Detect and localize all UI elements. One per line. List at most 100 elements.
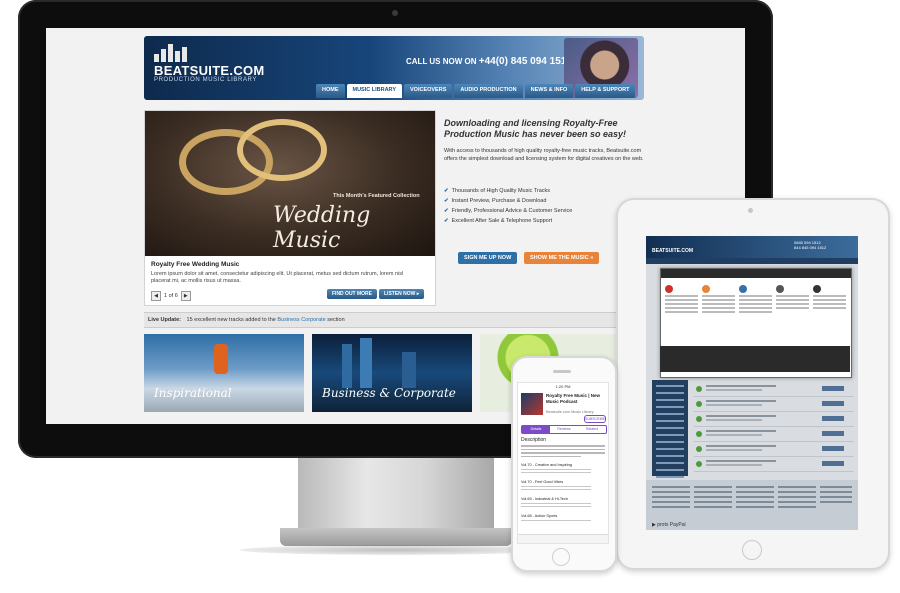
podcast-tabs: Details Reviews Related xyxy=(521,425,607,434)
tile-business-corporate[interactable]: Business & Corporate xyxy=(312,334,472,412)
intro-text: With access to thousands of high quality… xyxy=(444,148,644,162)
pager-count: 1 of 6 xyxy=(164,293,178,299)
modal-column xyxy=(813,285,846,315)
iphone-screen: 1:20 PM Royalty Free Music | New Music P… xyxy=(517,382,609,544)
iphone-speaker xyxy=(553,370,571,373)
tile-label: Business & Corporate xyxy=(322,386,456,400)
live-update-label: Live Update: xyxy=(148,317,182,323)
track-row[interactable] xyxy=(694,382,854,397)
phone-number: +44(0) 845 094 1512 xyxy=(478,56,572,67)
site-header: BEATSUITE.COM PRODUCTION MUSIC LIBRARY C… xyxy=(144,36,644,100)
play-icon xyxy=(696,461,702,467)
track-row[interactable] xyxy=(694,427,854,442)
ipad-modal-columns xyxy=(665,285,846,315)
listen-now-button[interactable]: LISTEN NOW ▸ xyxy=(379,289,425,299)
featured-pager: ◀ 1 of 6 ▶ xyxy=(151,291,191,301)
podcast-title: Royalty Free Music | New Music Podcast xyxy=(546,393,601,404)
description-label: Description xyxy=(521,437,547,443)
nav-voiceovers[interactable]: VOICEOVERS xyxy=(404,84,453,98)
imac-shadow xyxy=(240,545,550,555)
tab-reviews[interactable]: Reviews xyxy=(550,426,578,433)
live-update-suffix: section xyxy=(327,317,345,323)
tab-details[interactable]: Details xyxy=(522,426,550,433)
ipad-footer: ▶ protx PayPal xyxy=(646,480,858,530)
live-update-text: 15 excellent new tracks added to the xyxy=(186,317,276,323)
next-arrow-icon[interactable]: ▶ xyxy=(180,291,191,301)
call-us: CALL US NOW ON +44(0) 845 094 1512 xyxy=(406,56,572,67)
show-me-music-button[interactable]: SHOW ME THE MUSIC » xyxy=(524,252,600,264)
call-us-label: CALL US NOW ON xyxy=(406,57,477,66)
featured-heading: Royalty Free Wedding Music xyxy=(151,261,240,268)
live-update-bar: Live Update: 15 excellent new tracks add… xyxy=(144,312,644,328)
modal-column xyxy=(665,285,698,315)
featured-image[interactable]: This Month's Featured Collection Wedding… xyxy=(145,111,435,256)
play-icon xyxy=(696,416,702,422)
wedding-ring xyxy=(237,119,327,181)
track-row[interactable] xyxy=(694,442,854,457)
featured-kicker: This Month's Featured Collection xyxy=(333,193,420,199)
iphone-home-button[interactable] xyxy=(552,548,570,566)
imac-stand-foot xyxy=(280,528,512,546)
imac-camera xyxy=(392,10,398,16)
main-nav: HOME MUSIC LIBRARY VOICEOVERS AUDIO PROD… xyxy=(316,84,636,98)
site-logo-subtitle: PRODUCTION MUSIC LIBRARY xyxy=(154,77,257,83)
feature-item: ✔ Instant Preview, Purchase & Download xyxy=(444,198,547,204)
feature-item: ✔ Thousands of High Quality Music Tracks xyxy=(444,188,551,194)
imac-stand-neck xyxy=(298,458,494,530)
feature-list: ✔ Thousands of High Quality Music Tracks … xyxy=(444,188,644,228)
modal-column xyxy=(739,285,772,315)
ipad-camera xyxy=(748,208,753,213)
track-row[interactable] xyxy=(694,412,854,427)
payment-logos: ▶ protx PayPal xyxy=(652,522,686,528)
logo-bars-icon xyxy=(154,44,194,62)
featured-title: Wedding Music xyxy=(273,203,371,253)
track-row[interactable] xyxy=(694,457,854,472)
check-icon: ✔ xyxy=(444,218,449,224)
check-icon: ✔ xyxy=(444,188,449,194)
episode-item[interactable]: Vol.68 - Action Sports xyxy=(521,514,605,521)
ipad-sidebar xyxy=(652,380,688,485)
tile-label: Inspirational xyxy=(154,386,232,400)
person-figure xyxy=(214,344,228,374)
ipad-modal-titlebar xyxy=(661,269,851,278)
play-icon xyxy=(696,386,702,392)
nav-home[interactable]: HOME xyxy=(316,84,345,98)
ipad-dark-panel xyxy=(660,346,850,372)
ipad-track-list xyxy=(694,382,854,472)
nav-audio-production[interactable]: AUDIO PRODUCTION xyxy=(454,84,523,98)
podcast-subtitle: Beatsuite.com Music Library xyxy=(546,410,594,414)
featured-collection: This Month's Featured Collection Wedding… xyxy=(144,110,436,306)
episode-item[interactable]: Vol.70 - Feel Good Vibes xyxy=(521,480,605,490)
live-update-link[interactable]: Business Corporate xyxy=(277,317,325,323)
ipad-home-button[interactable] xyxy=(742,540,762,560)
description-text xyxy=(521,445,605,459)
building-shape xyxy=(360,338,372,388)
check-icon: ✔ xyxy=(444,208,449,214)
podcast-artwork xyxy=(521,393,543,415)
sign-me-up-button[interactable]: SIGN ME UP NOW xyxy=(458,252,518,264)
ipad-site-logo[interactable]: BEATSUITE.COM xyxy=(652,248,693,254)
episode-item[interactable]: Vol.70 - Creative and Inspiring xyxy=(521,463,605,473)
modal-column xyxy=(702,285,735,315)
subscribe-button[interactable]: SUBSCRIBE xyxy=(584,415,606,423)
ipad-nav xyxy=(646,258,858,264)
tile-inspirational[interactable]: Inspirational xyxy=(144,334,304,412)
tab-related[interactable]: Related xyxy=(578,426,606,433)
episode-item[interactable]: Vol.69 - Industrial & Hi-Tech xyxy=(521,497,605,507)
find-out-more-button[interactable]: FIND OUT MORE xyxy=(327,289,377,299)
intro-heading: Downloading and licensing Royalty-Free P… xyxy=(444,118,627,139)
track-row[interactable] xyxy=(694,397,854,412)
building-shape xyxy=(342,344,352,388)
modal-column xyxy=(776,285,809,315)
play-icon xyxy=(696,431,702,437)
iphone-tab-bar xyxy=(518,534,608,543)
feature-item: ✔ Excellent After Sale & Telephone Suppor… xyxy=(444,218,553,224)
nav-help-support[interactable]: HELP & SUPPORT xyxy=(575,84,636,98)
play-icon xyxy=(696,401,702,407)
site-logo[interactable]: BEATSUITE.COM xyxy=(154,63,265,78)
nav-news-info[interactable]: NEWS & INFO xyxy=(524,84,574,98)
nav-music-library[interactable]: MUSIC LIBRARY xyxy=(346,84,402,98)
prev-arrow-icon[interactable]: ◀ xyxy=(151,291,161,301)
feature-item: ✔ Friendly, Professional Advice & Custome… xyxy=(444,208,573,214)
ipad-screen: BEATSUITE.COM 0845 094 1512 844 845 094 … xyxy=(646,236,858,530)
